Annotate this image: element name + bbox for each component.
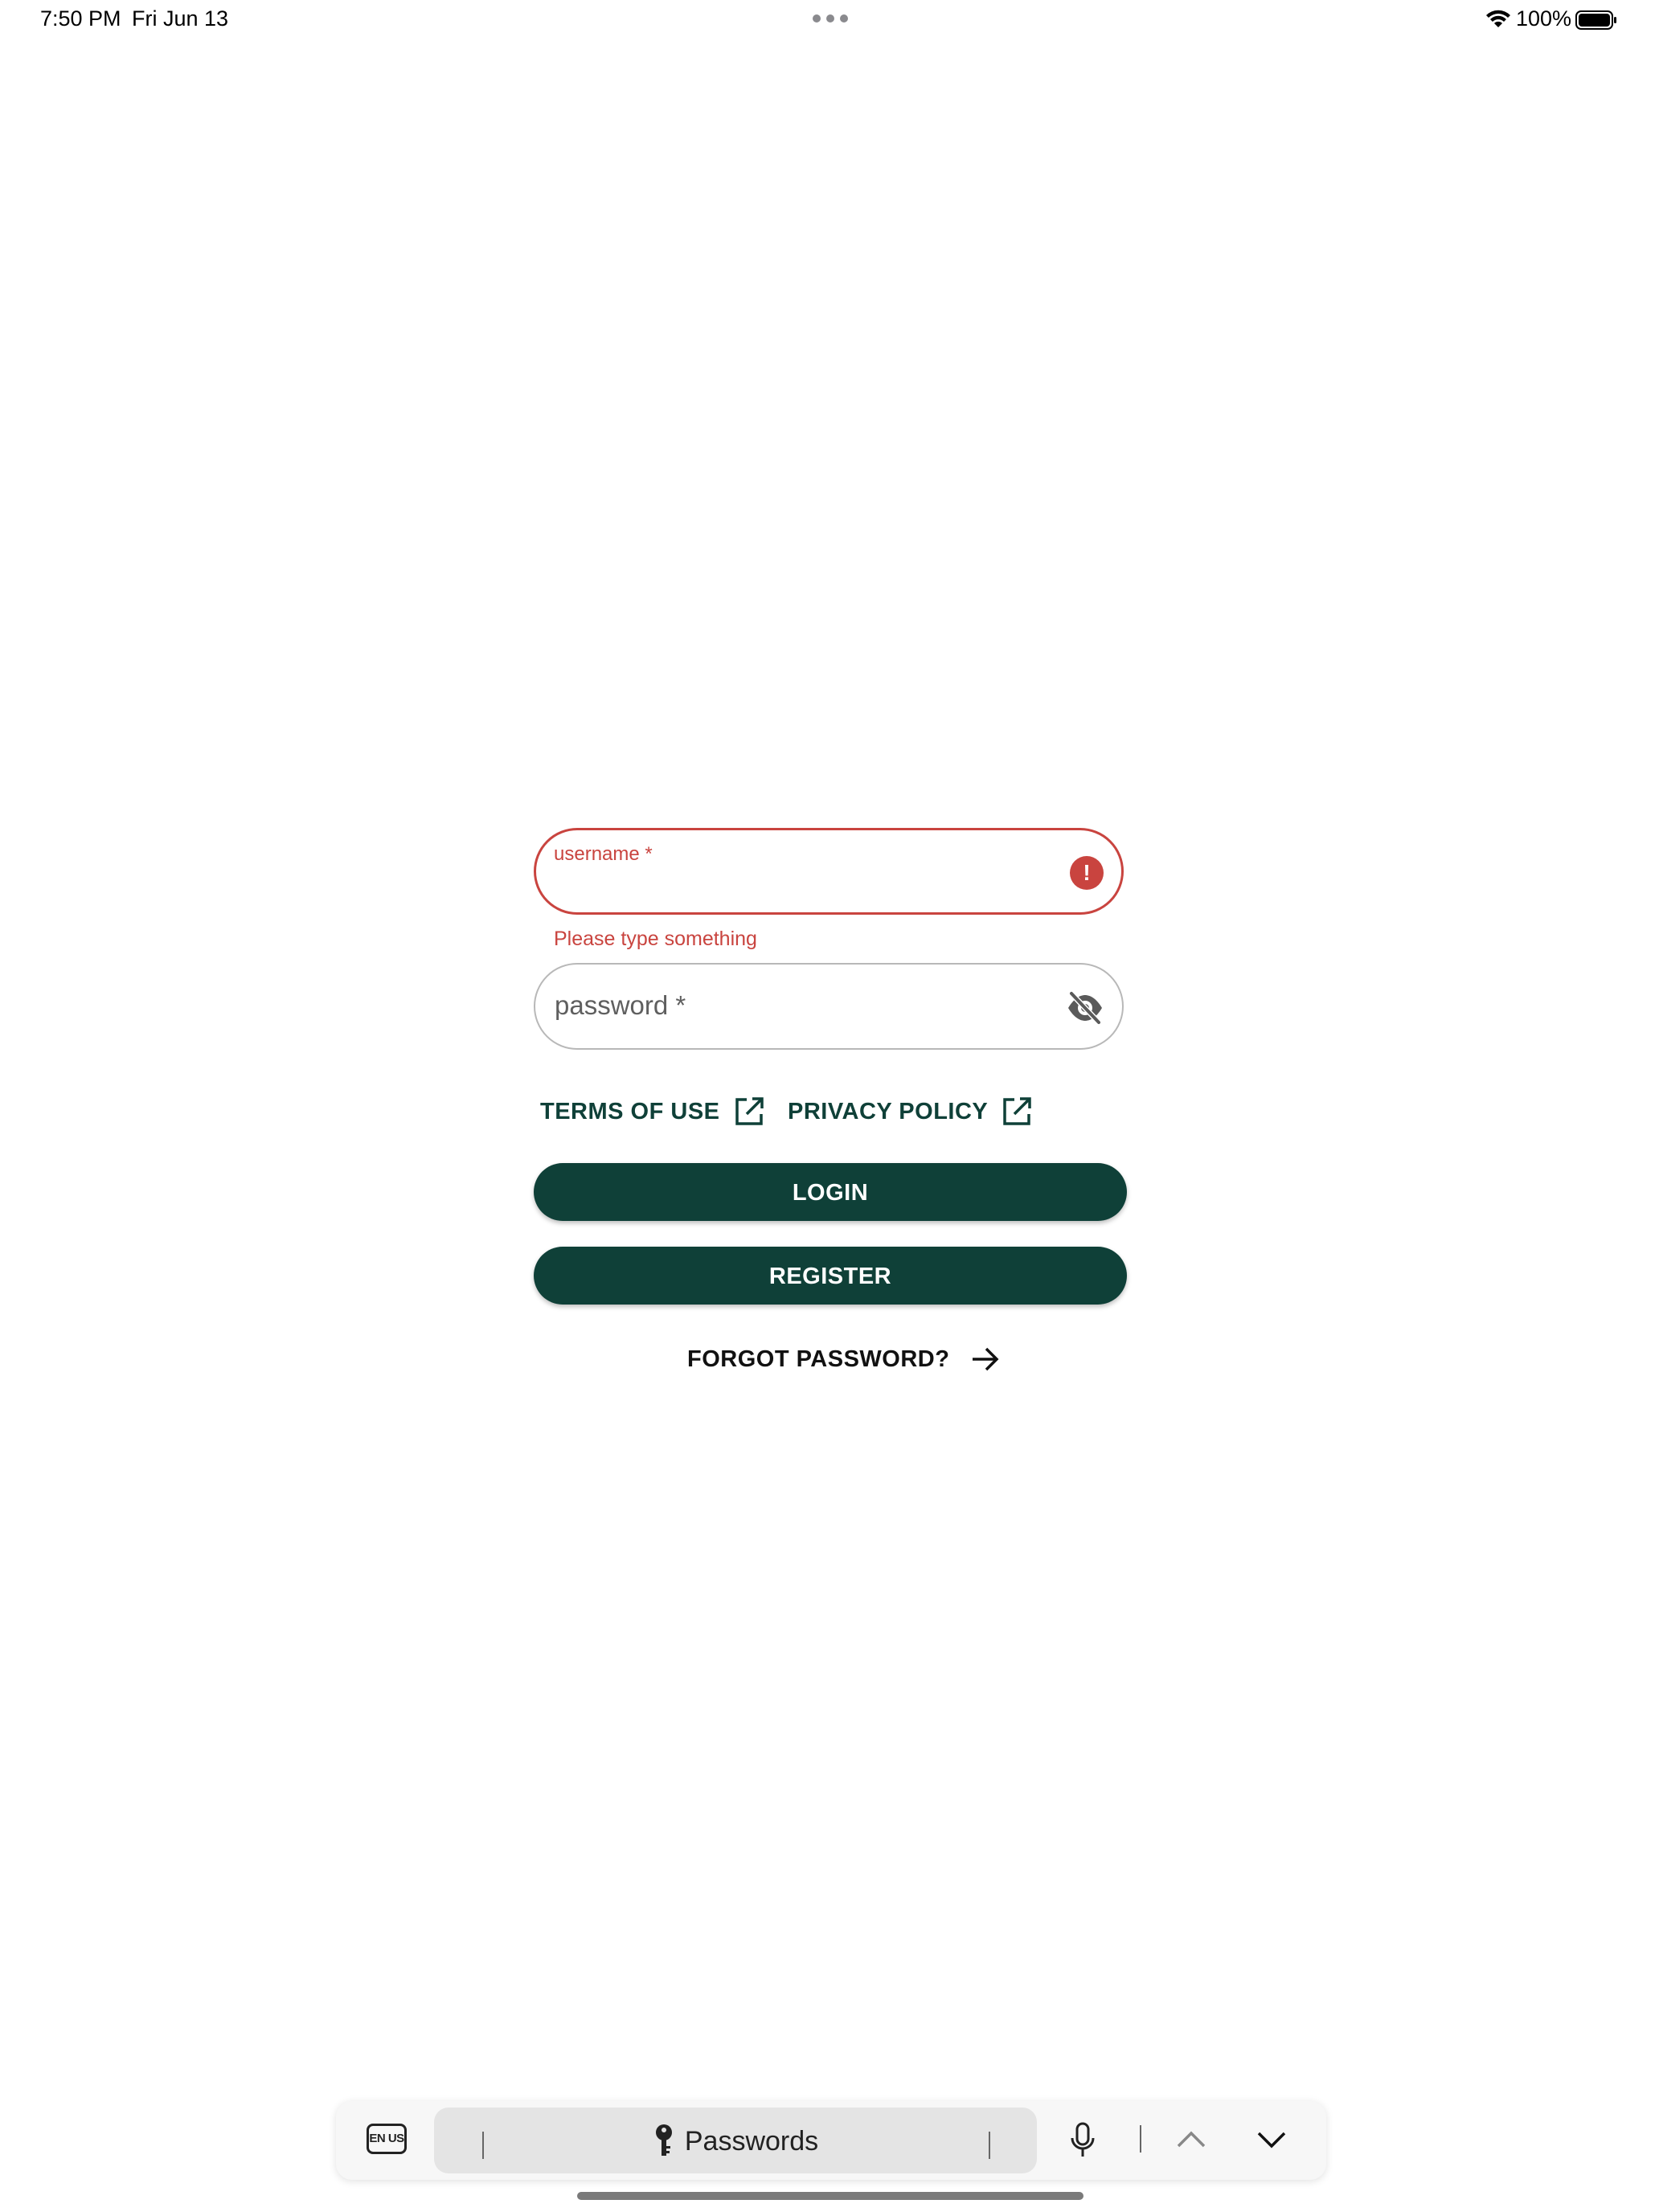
open-in-new-icon bbox=[735, 1097, 764, 1125]
language-switch-button[interactable]: EN US bbox=[367, 2124, 407, 2154]
terms-of-use-label: TERMS OF USE bbox=[540, 1098, 720, 1124]
username-field[interactable]: username * ! bbox=[534, 828, 1124, 915]
home-indicator[interactable] bbox=[577, 2192, 1083, 2200]
privacy-policy-link[interactable]: PRIVACY POLICY bbox=[788, 1092, 1033, 1132]
privacy-policy-label: PRIVACY POLICY bbox=[788, 1098, 989, 1124]
login-button[interactable]: LOGIN bbox=[534, 1163, 1127, 1221]
passwords-autofill-button[interactable]: Passwords bbox=[434, 2108, 1037, 2173]
battery-percent: 100% bbox=[1516, 6, 1572, 31]
chevron-down-icon[interactable] bbox=[1256, 2125, 1288, 2154]
password-placeholder: password * bbox=[555, 990, 686, 1020]
chevron-up-icon[interactable] bbox=[1175, 2125, 1207, 2154]
username-input[interactable] bbox=[554, 870, 1049, 904]
key-icon bbox=[655, 2124, 672, 2156]
status-time: 7:50 PM bbox=[40, 6, 121, 31]
forgot-password-label: FORGOT PASSWORD? bbox=[687, 1346, 950, 1372]
passwords-label: Passwords bbox=[684, 2125, 819, 2157]
password-field[interactable]: password * bbox=[534, 963, 1124, 1050]
username-label: username * bbox=[554, 843, 653, 865]
eye-off-icon[interactable] bbox=[1066, 990, 1104, 1026]
separator bbox=[1140, 2125, 1141, 2153]
login-screen: 7:50 PM Fri Jun 13 100% username * ! Ple… bbox=[0, 0, 1659, 2212]
terms-of-use-link[interactable]: TERMS OF USE bbox=[540, 1092, 765, 1132]
arrow-right-icon bbox=[973, 1347, 999, 1371]
status-date: Fri Jun 13 bbox=[132, 6, 229, 31]
status-bar: 7:50 PM Fri Jun 13 100% bbox=[0, 0, 1659, 40]
separator bbox=[989, 2132, 990, 2159]
register-button[interactable]: REGISTER bbox=[534, 1247, 1127, 1305]
forgot-password-link[interactable]: FORGOT PASSWORD? bbox=[687, 1339, 1001, 1379]
username-error-message: Please type something bbox=[554, 928, 757, 950]
keyboard-accessory-bar: EN US Passwords bbox=[336, 2101, 1326, 2180]
open-in-new-icon bbox=[1003, 1097, 1032, 1125]
microphone-icon[interactable] bbox=[1069, 2122, 1096, 2159]
battery-full-icon bbox=[1575, 10, 1616, 30]
wifi-icon bbox=[1486, 10, 1510, 27]
multitasking-dots-icon[interactable] bbox=[813, 14, 848, 23]
error-circle-icon: ! bbox=[1070, 856, 1104, 890]
